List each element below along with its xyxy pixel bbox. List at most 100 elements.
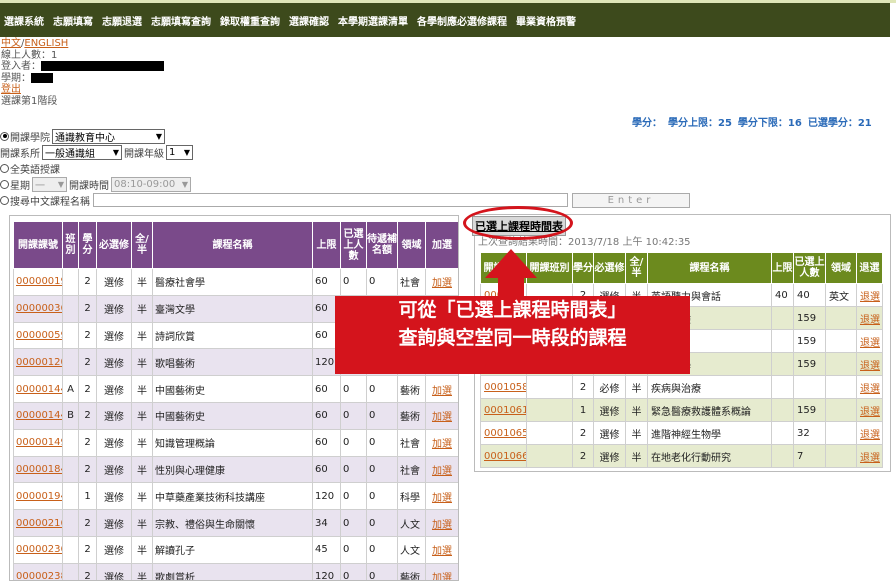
chevron-down-icon: ▼: [112, 147, 119, 157]
lang-en-link[interactable]: ENGLISH: [24, 38, 68, 49]
credits-min: 學分下限：16: [737, 118, 802, 129]
add-course-link[interactable]: 加選: [432, 520, 452, 531]
course-code-link[interactable]: 00000238: [16, 571, 62, 580]
rcell-drop: 退選: [856, 306, 883, 330]
cell-credits: 2: [78, 375, 97, 403]
cell-full-half: 半: [131, 321, 153, 350]
logout-link[interactable]: 登出: [1, 84, 21, 95]
semester-label: 學期：: [1, 72, 31, 84]
cell-full-half: 半: [131, 509, 153, 537]
nav-confirm[interactable]: 選課確認: [289, 13, 329, 28]
cell-course-name: 知識管理概論: [152, 428, 313, 457]
english-radio[interactable]: [0, 163, 9, 173]
drop-course-link[interactable]: 退選: [860, 384, 880, 395]
course-code-link[interactable]: 00000144: [16, 410, 62, 421]
nav-fill-wish[interactable]: 志願填寫: [53, 13, 93, 28]
course-code-link[interactable]: 00000184: [16, 464, 62, 475]
cell-waitlist: 0: [366, 562, 398, 580]
cell-class: [62, 509, 79, 537]
course-code-link[interactable]: 00000019: [16, 276, 62, 287]
drop-course-link[interactable]: 退選: [860, 407, 880, 418]
course-code-link[interactable]: 00000059: [16, 330, 62, 341]
add-course-link[interactable]: 加選: [432, 439, 452, 450]
cell-class: [62, 294, 79, 323]
cell-waitlist: 0: [366, 535, 398, 564]
cell-class: [62, 321, 79, 350]
rcol-enrolled: 已選上人數: [793, 252, 826, 284]
rcell-domain: [825, 421, 857, 445]
cell-course-name: 臺灣文學: [152, 294, 313, 323]
nav-required-courses[interactable]: 各學制應必選修課程: [417, 13, 507, 28]
add-course-link[interactable]: 加選: [432, 573, 452, 580]
nav-weight-query[interactable]: 錄取權重查詢: [220, 13, 280, 28]
nav-wish-drop[interactable]: 志願退選: [102, 13, 142, 28]
drop-course-link[interactable]: 退選: [860, 315, 880, 326]
rcell-enrolled: 159: [793, 352, 826, 376]
course-code-link[interactable]: 00010655: [484, 428, 526, 439]
course-code-link[interactable]: 00000194: [16, 491, 62, 502]
cell-class: A: [62, 375, 79, 403]
cell-credits: 2: [78, 401, 97, 430]
dept-select[interactable]: 一般通識組 ▼: [42, 144, 122, 160]
course-code-link[interactable]: 00010668: [484, 451, 526, 462]
cell-enrolled: 0: [340, 509, 367, 537]
cell-course-code: 00000120: [13, 348, 63, 377]
rcell-course-code: 00010655: [480, 421, 527, 445]
add-course-link[interactable]: 加選: [432, 386, 452, 397]
grade-label: 開課年級: [124, 148, 164, 160]
college-radio[interactable]: [0, 131, 9, 141]
cell-credits: 2: [78, 268, 97, 296]
cell-class: [62, 428, 79, 457]
course-code-link[interactable]: 00000216: [16, 518, 62, 529]
cell-course-code: 00000019: [13, 268, 63, 296]
add-course-link[interactable]: 加選: [432, 546, 452, 557]
drop-course-link[interactable]: 退選: [860, 453, 880, 464]
course-code-link[interactable]: 00000120: [16, 357, 62, 368]
rcell-limit: [771, 421, 794, 445]
course-code-link[interactable]: 00000144: [16, 384, 62, 395]
drop-course-link[interactable]: 退選: [860, 361, 880, 372]
col-course-name: 課程名稱: [152, 221, 313, 269]
user-info: 中文/ENGLISH 線上人數：1 登入者： 學期： 登出 選課第1階段: [1, 38, 164, 107]
course-code-link[interactable]: 00010580: [484, 382, 526, 393]
search-label: 搜尋中文課程名稱: [10, 196, 90, 208]
cell-course-code: 00000184: [13, 455, 63, 484]
redacted-semester: [31, 72, 53, 83]
rcell-required: 選修: [593, 444, 626, 468]
course-code-link[interactable]: 00000036: [16, 303, 62, 314]
dept-label: 開課系所: [0, 148, 40, 160]
drop-course-link[interactable]: 退選: [860, 430, 880, 441]
course-code-link[interactable]: 00000149: [16, 437, 62, 448]
add-course-link[interactable]: 加選: [432, 466, 452, 477]
enter-button[interactable]: Enter: [572, 192, 690, 208]
table-row: 00000144 A 2 選修半中國藝術史 60 0 0 藝術 加選: [13, 375, 458, 403]
cell-credits: 2: [78, 428, 97, 457]
grade-select[interactable]: 1 ▼: [166, 144, 193, 160]
cell-enrolled: 0: [340, 428, 367, 457]
drop-course-link[interactable]: 退選: [860, 338, 880, 349]
weekday-select[interactable]: 一 ▼: [32, 176, 67, 192]
nav-wish-query[interactable]: 志願填寫查詢: [151, 13, 211, 28]
lang-zh-link[interactable]: 中文: [1, 38, 21, 49]
add-course-link[interactable]: 加選: [432, 493, 452, 504]
rcell-domain: [825, 375, 857, 399]
cell-course-code: 00000216: [13, 509, 63, 537]
search-input[interactable]: [93, 193, 568, 207]
cell-enrolled: 0: [340, 562, 367, 580]
course-code-link[interactable]: 00010613: [484, 405, 526, 416]
cell-required: 選修: [96, 294, 132, 323]
course-code-link[interactable]: 00000236: [16, 544, 62, 555]
search-radio[interactable]: [0, 195, 9, 205]
nav-course-list[interactable]: 本學期選課清單: [338, 13, 408, 28]
rcell-class: [526, 375, 573, 399]
weekday-radio[interactable]: [0, 179, 9, 189]
cell-enrolled: 0: [340, 375, 367, 403]
rcell-domain: [825, 444, 857, 468]
nav-graduation-warning[interactable]: 畢業資格預警: [516, 13, 576, 28]
dept-select-value: 一般通識組: [45, 148, 95, 160]
nav-course-system[interactable]: 選課系統: [4, 13, 44, 28]
add-course-link[interactable]: 加選: [432, 412, 452, 423]
time-select[interactable]: 08:10-09:00 ▼: [111, 176, 191, 192]
college-select[interactable]: 通識教育中心 ▼: [52, 128, 165, 144]
drop-course-link[interactable]: 退選: [860, 292, 880, 303]
